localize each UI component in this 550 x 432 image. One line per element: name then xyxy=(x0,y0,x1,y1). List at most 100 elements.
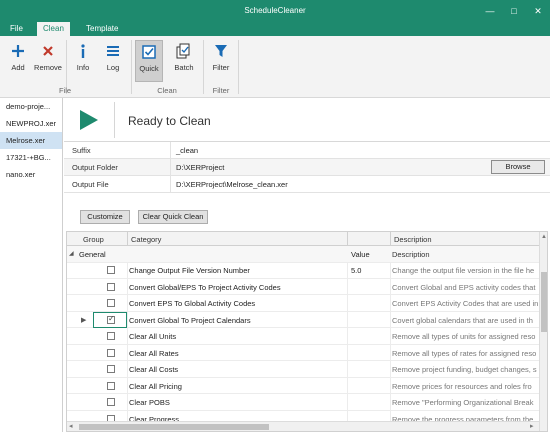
list-item[interactable]: NEWPROJ.xer xyxy=(0,115,62,132)
row-checkbox[interactable] xyxy=(107,381,115,390)
group-label-filter: Filter xyxy=(212,86,230,95)
cell-divider xyxy=(127,361,128,377)
collapse-icon[interactable]: ◢ xyxy=(69,250,74,257)
table-row[interactable]: Clear All Rates Remove all types of rate… xyxy=(67,344,539,361)
category-cell: Clear POBS xyxy=(129,398,170,407)
table-row[interactable]: Clear All Pricing Remove prices for reso… xyxy=(67,377,539,394)
table-row[interactable]: Convert Global/EPS To Project Activity C… xyxy=(67,278,539,295)
table-row[interactable]: Convert EPS To Global Activity Codes Con… xyxy=(67,295,539,312)
description-cell: Covert global calendars that are used in… xyxy=(392,315,533,325)
column-header-description-sub: Description xyxy=(392,250,430,259)
cell-divider xyxy=(347,278,348,295)
list-item[interactable]: nano.xer xyxy=(0,166,62,183)
table-row[interactable]: Clear POBS Remove "Performing Organizati… xyxy=(67,394,539,411)
category-cell: Convert Global To Project Calendars xyxy=(129,315,251,325)
cell-divider xyxy=(347,377,348,394)
run-panel: Ready to Clean xyxy=(64,98,550,142)
checkbox-icon xyxy=(141,43,157,61)
row-checkbox[interactable] xyxy=(107,332,115,340)
category-cell: Change Output File Version Number xyxy=(129,266,250,275)
description-cell: Remove all types of units for assigned r… xyxy=(392,332,536,341)
table-row[interactable]: ▶ Convert Global To Project Calendars Co… xyxy=(67,311,539,328)
vertical-scrollbar[interactable]: ▲ xyxy=(539,232,547,431)
row-checkbox[interactable] xyxy=(107,398,115,406)
main-panel: Ready to Clean Suffix _clean Output Fold… xyxy=(64,98,550,432)
cell-divider xyxy=(390,295,391,311)
output-file-field[interactable]: D:\XERProject\Melrose_clean.xer xyxy=(176,180,288,189)
info-label: Info xyxy=(76,63,90,72)
scroll-up-icon[interactable]: ▲ xyxy=(541,234,547,240)
scrollbar-thumb[interactable] xyxy=(79,424,269,430)
divider xyxy=(170,159,171,176)
group-label: General xyxy=(79,250,106,259)
table-row[interactable]: Clear All Costs Remove project funding, … xyxy=(67,361,539,378)
tab-clean[interactable]: Clean xyxy=(37,22,70,36)
category-cell: Convert Global/EPS To Project Activity C… xyxy=(129,282,281,292)
filter-button[interactable]: Filter xyxy=(207,40,235,82)
scroll-left-icon[interactable]: ◂ xyxy=(69,422,73,430)
grid-header: Group Category Description xyxy=(67,232,539,246)
horizontal-scrollbar[interactable]: ◂ ▸ xyxy=(67,421,539,431)
row-checkbox[interactable] xyxy=(107,314,115,324)
row-checkbox[interactable] xyxy=(107,365,115,373)
column-header-description[interactable]: Description xyxy=(394,235,432,244)
description-cell: Remove project funding, budget changes, … xyxy=(392,365,537,374)
list-item[interactable]: demo-proje... xyxy=(0,98,62,115)
batch-button[interactable]: Batch xyxy=(170,40,198,82)
cell-divider xyxy=(390,311,391,328)
scrollbar-thumb[interactable] xyxy=(541,272,547,332)
info-button[interactable]: Info xyxy=(69,40,97,82)
maximize-button[interactable]: □ xyxy=(506,3,522,19)
divider xyxy=(170,176,171,193)
row-checkbox[interactable] xyxy=(107,299,115,307)
output-folder-field[interactable]: D:\XERProject xyxy=(176,163,224,172)
category-cell: Clear All Units xyxy=(129,332,177,341)
output-file-label: Output File xyxy=(72,180,109,189)
batch-label: Batch xyxy=(174,63,194,72)
plus-icon xyxy=(10,42,26,60)
close-button[interactable]: ✕ xyxy=(530,3,546,19)
tab-template[interactable]: Template xyxy=(80,22,124,36)
add-label: Add xyxy=(11,63,25,72)
group-row[interactable]: ◢ General Value Description xyxy=(67,246,539,263)
title-bar: ScheduleCleaner — □ ✕ xyxy=(0,0,550,22)
list-item[interactable]: 17321-+BG... xyxy=(0,149,62,166)
filter-icon xyxy=(213,42,229,60)
cell-divider xyxy=(390,394,391,410)
log-button[interactable]: Log xyxy=(99,40,127,82)
cell-divider xyxy=(127,262,128,278)
value-cell[interactable]: 5.0 xyxy=(351,266,361,275)
clean-options-grid: Group Category Description ◢ General Val… xyxy=(66,231,548,432)
group-label-file: File xyxy=(58,86,72,95)
column-header-category[interactable]: Category xyxy=(131,235,161,244)
remove-button[interactable]: Remove xyxy=(34,40,62,82)
quick-label: Quick xyxy=(139,64,159,73)
ribbon-separator xyxy=(238,40,239,94)
table-row[interactable]: Clear All Units Remove all types of unit… xyxy=(67,328,539,345)
category-cell: Clear All Rates xyxy=(129,348,179,358)
row-checkbox[interactable] xyxy=(107,282,115,291)
browse-button[interactable]: Browse xyxy=(491,160,545,174)
category-cell: Convert EPS To Global Activity Codes xyxy=(129,299,256,308)
description-cell: Convert Global and EPS activity codes th… xyxy=(392,282,536,292)
row-checkbox[interactable] xyxy=(107,348,115,357)
column-header-group[interactable]: Group xyxy=(83,235,104,244)
add-button[interactable]: Add xyxy=(4,40,32,82)
minimize-button[interactable]: — xyxy=(482,3,498,19)
quick-button[interactable]: Quick xyxy=(135,40,163,82)
cell-divider xyxy=(390,278,391,295)
x-icon xyxy=(40,42,56,60)
table-row[interactable]: Change Output File Version Number 5.0 Ch… xyxy=(67,262,539,279)
play-icon[interactable] xyxy=(80,110,98,130)
tab-file[interactable]: File xyxy=(4,22,29,36)
column-header-value[interactable]: Value xyxy=(351,250,370,259)
row-checkbox[interactable] xyxy=(107,266,115,274)
info-icon xyxy=(75,42,91,60)
cell-divider xyxy=(127,394,128,410)
customize-button[interactable]: Customize xyxy=(80,210,130,224)
list-item[interactable]: Melrose.xer xyxy=(0,132,62,149)
suffix-field[interactable]: _clean xyxy=(176,146,198,155)
remove-label: Remove xyxy=(34,63,62,72)
clear-quick-clean-button[interactable]: Clear Quick Clean xyxy=(138,210,208,224)
scroll-right-icon[interactable]: ▸ xyxy=(530,422,534,430)
